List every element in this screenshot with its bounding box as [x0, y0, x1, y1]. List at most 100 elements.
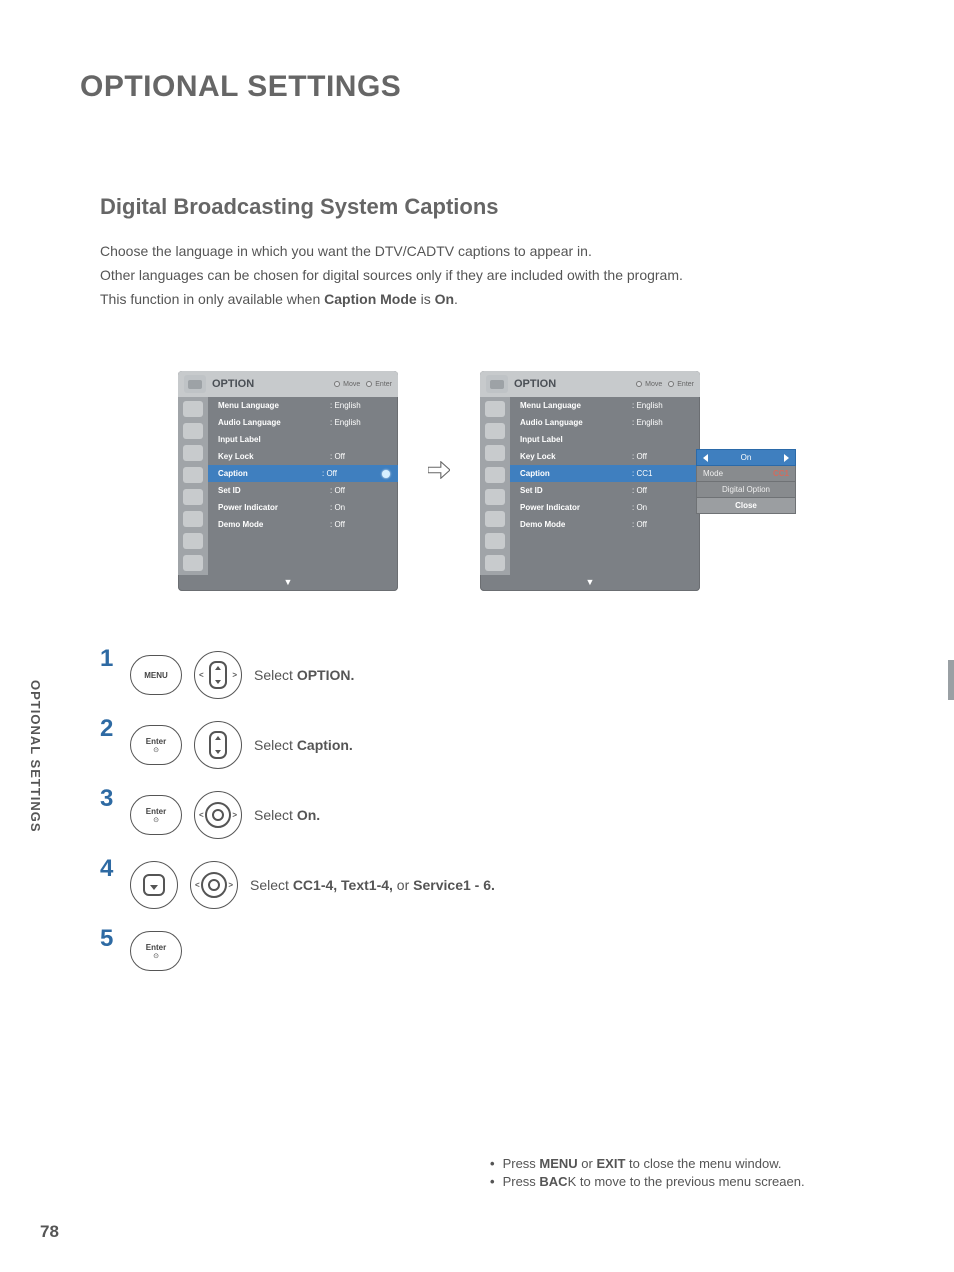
- osd-row[interactable]: Audio Language: English: [510, 414, 700, 431]
- body-line-1: Choose the language in which you want th…: [100, 240, 894, 264]
- popup-close-button[interactable]: Close: [696, 498, 796, 514]
- side-tab: OPTIONAL SETTINGS: [28, 680, 43, 833]
- sidebar-icon: [183, 489, 203, 505]
- remote-enter-button: Enter⊙: [130, 931, 182, 971]
- step-text: Select Caption.: [254, 737, 353, 753]
- osd-title: OPTION: [212, 378, 254, 390]
- osd-row-value: : English: [632, 418, 692, 427]
- remote-down-button: [130, 861, 178, 909]
- sidebar-icon: [183, 467, 203, 483]
- popup-row-label: Mode: [703, 469, 773, 478]
- step-row: 5Enter⊙: [100, 931, 894, 971]
- osd-row[interactable]: Key Lock: Off: [208, 448, 398, 465]
- osd-foot: ▼: [178, 575, 398, 591]
- step-row: 2Enter⊙Select Caption.: [100, 721, 894, 769]
- steps: 1MENU<>Select OPTION. 2Enter⊙Select Capti…: [100, 651, 894, 971]
- osd-left: OPTION Move Enter Menu Language: English…: [178, 371, 398, 591]
- osd-row-label: Key Lock: [520, 452, 632, 461]
- osd-row-label: Menu Language: [218, 401, 330, 410]
- footer-bold: MENU: [539, 1156, 577, 1171]
- body-suffix-mid: is: [417, 291, 435, 307]
- osd-row-label: Menu Language: [520, 401, 632, 410]
- footer-bold: BAC: [539, 1174, 567, 1189]
- osd-row[interactable]: Input Label: [208, 431, 398, 448]
- osd-row[interactable]: Set ID: Off: [510, 482, 700, 499]
- popup-header[interactable]: On: [696, 449, 796, 466]
- osd-row[interactable]: Audio Language: English: [208, 414, 398, 431]
- osd-list-right: Menu Language: EnglishAudio Language: En…: [510, 397, 700, 575]
- popup-row-digital[interactable]: Digital Option: [696, 482, 796, 498]
- step-row: 1MENU<>Select OPTION.: [100, 651, 894, 699]
- sidebar-icon: [485, 467, 505, 483]
- section-title: Digital Broadcasting System Captions: [100, 194, 894, 220]
- sidebar-icon: [183, 423, 203, 439]
- remote-menu-button: MENU: [130, 655, 182, 695]
- footer-line-1: • Press MENU or EXIT to close the menu w…: [490, 1156, 805, 1171]
- body-suffix-b1: Caption Mode: [324, 291, 417, 307]
- osd-row-label: Audio Language: [520, 418, 632, 427]
- sidebar-icon: [183, 511, 203, 527]
- osd-row-value: : Off: [330, 520, 390, 529]
- step-number: 4: [100, 855, 118, 883]
- step-text: Select CC1-4, Text1-4, or Service1 - 6.: [250, 877, 495, 893]
- osd-row-label: Key Lock: [218, 452, 330, 461]
- caption-popup: On Mode CC1 Digital Option Close: [696, 449, 796, 514]
- osd-row-label: Set ID: [520, 486, 632, 495]
- osd-row[interactable]: Input Label: [510, 431, 700, 448]
- osd-sidebar: [178, 397, 208, 575]
- step-number: 3: [100, 785, 118, 813]
- osd-row-value: : Off: [632, 486, 692, 495]
- body-line-2: Other languages can be chosen for digita…: [100, 264, 894, 288]
- osd-row-label: Demo Mode: [520, 520, 632, 529]
- osd-row-value: : English: [632, 401, 692, 410]
- osd-row-value: : Off: [330, 486, 390, 495]
- selection-dot-icon: [382, 470, 390, 478]
- popup-row-mode[interactable]: Mode CC1: [696, 466, 796, 482]
- arrow-right-icon: [428, 461, 450, 479]
- footer-bold: EXIT: [596, 1156, 625, 1171]
- osd-right-wrap: OPTION Move Enter: [480, 371, 796, 591]
- bullet-icon: •: [490, 1156, 495, 1171]
- osd-row[interactable]: Caption: Off: [208, 465, 398, 482]
- step-text: Select OPTION.: [254, 667, 354, 683]
- osd-row[interactable]: Set ID: Off: [208, 482, 398, 499]
- osd-row[interactable]: Menu Language: English: [208, 397, 398, 414]
- osd-row-label: Input Label: [218, 435, 330, 444]
- remote-nav-button: <>: [194, 791, 242, 839]
- osd-row-value: : English: [330, 401, 390, 410]
- osd-row[interactable]: Key Lock: Off: [510, 448, 700, 465]
- sidebar-icon: [183, 401, 203, 417]
- osd-row[interactable]: Demo Mode: Off: [510, 516, 700, 533]
- sidebar-icon: [485, 511, 505, 527]
- sidebar-icon: [485, 401, 505, 417]
- osd-row-label: Set ID: [218, 486, 330, 495]
- osd-row[interactable]: Menu Language: English: [510, 397, 700, 414]
- remote-nav-button: [194, 721, 242, 769]
- osd-header: OPTION Move Enter: [178, 371, 398, 397]
- step-text: Select On.: [254, 807, 320, 823]
- sidebar-icon: [183, 555, 203, 571]
- osd-row[interactable]: Power Indicator: On: [510, 499, 700, 516]
- osd-row[interactable]: Caption: CC1: [510, 465, 700, 482]
- osd-hint-enter: Enter: [366, 381, 392, 388]
- osd-right: OPTION Move Enter: [480, 371, 700, 591]
- sidebar-icon: [183, 533, 203, 549]
- osd-hint-enter: Enter: [668, 381, 694, 388]
- triangle-right-icon: [784, 454, 789, 462]
- footer-notes: • Press MENU or EXIT to close the menu w…: [490, 1156, 805, 1192]
- step-row: 3Enter⊙<>Select On.: [100, 791, 894, 839]
- osd-menus-row: OPTION Move Enter Menu Language: English…: [80, 371, 894, 591]
- osd-row-label: Audio Language: [218, 418, 330, 427]
- osd-header-icon: [184, 375, 206, 393]
- osd-header-icon: [486, 375, 508, 393]
- osd-row[interactable]: Demo Mode: Off: [208, 516, 398, 533]
- step-number: 5: [100, 925, 118, 953]
- sidebar-icon: [485, 533, 505, 549]
- osd-row[interactable]: Power Indicator: On: [208, 499, 398, 516]
- bullet-icon: •: [490, 1174, 495, 1189]
- osd-row-value: : English: [330, 418, 390, 427]
- osd-header: OPTION Move Enter: [480, 371, 700, 397]
- popup-header-label: On: [741, 453, 752, 462]
- page-number: 78: [40, 1222, 59, 1242]
- body-line-3: This function in only available when Cap…: [100, 288, 894, 312]
